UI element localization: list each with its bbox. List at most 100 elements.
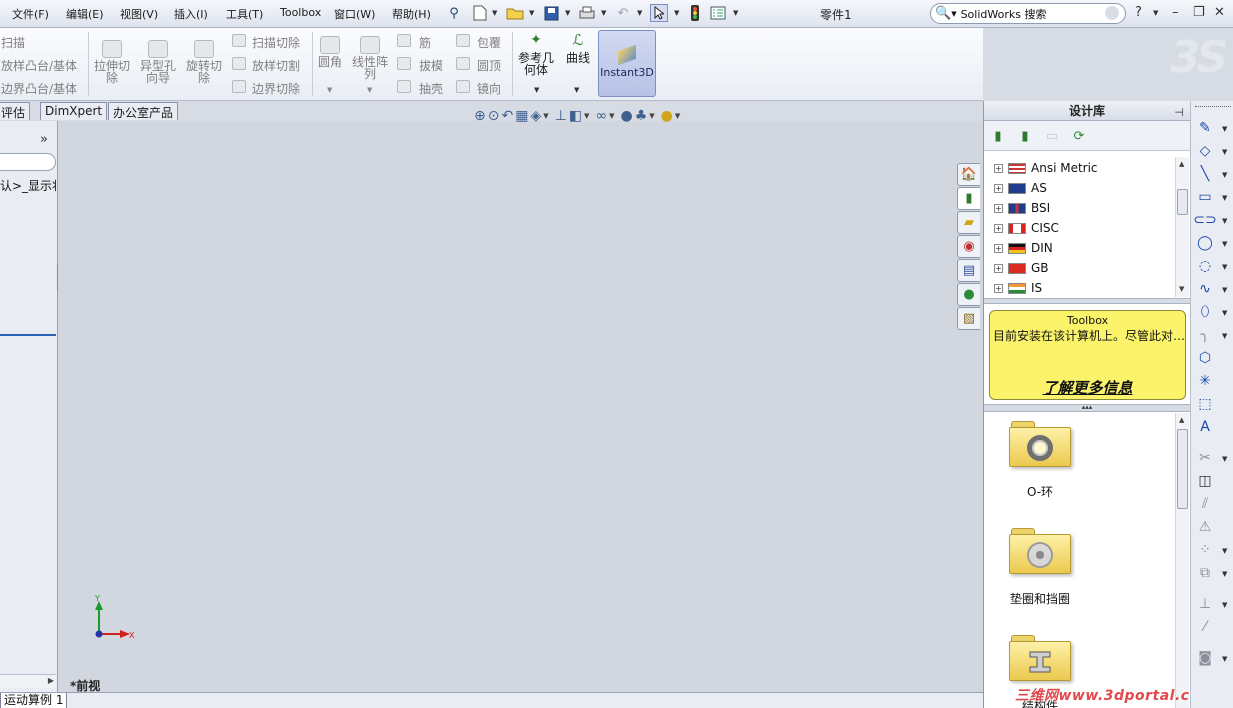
line-icon[interactable]: ╲ bbox=[1196, 165, 1214, 183]
chevron-down-icon[interactable]: ▼ bbox=[1222, 217, 1227, 225]
gallery-item-washers[interactable]: 垫圈和挡圈 bbox=[998, 528, 1082, 607]
chevron-down-icon[interactable]: ▼ bbox=[609, 112, 614, 120]
tab-office-products[interactable]: 办公室产品 bbox=[108, 102, 179, 120]
arc-icon[interactable]: ◌ bbox=[1196, 257, 1214, 275]
expand-icon[interactable]: + bbox=[994, 183, 1003, 193]
menu-toolbox[interactable]: Toolbox bbox=[280, 6, 321, 19]
expand-icon[interactable]: + bbox=[994, 203, 1003, 213]
expand-icon[interactable]: + bbox=[994, 263, 1003, 273]
fillet-button[interactable]: 圆角 bbox=[318, 36, 342, 68]
instant3d-button[interactable]: Instant3D bbox=[598, 30, 656, 97]
linear-pattern-button[interactable]: 线性阵 列 bbox=[352, 36, 388, 80]
chevron-down-icon[interactable]: ▼ bbox=[1222, 263, 1227, 271]
search-tab[interactable]: ◉ bbox=[957, 235, 980, 258]
pane-splitter[interactable] bbox=[984, 298, 1190, 304]
shell-button[interactable]: 抽壳 bbox=[419, 80, 443, 97]
mirror-sketch-icon[interactable]: ⚠ bbox=[1196, 518, 1214, 536]
add-to-library-icon[interactable]: ▮ bbox=[989, 128, 1007, 144]
tree-item-din[interactable]: + DIN bbox=[994, 239, 1053, 257]
chevron-down-icon[interactable]: ▼ bbox=[1153, 9, 1158, 17]
chevron-down-icon[interactable]: ▼ bbox=[951, 10, 956, 18]
tree-item[interactable]: 认>_显示状态 bbox=[0, 177, 56, 194]
edit-appearance-icon[interactable]: ● bbox=[621, 108, 633, 124]
rib-button[interactable]: 筋 bbox=[419, 34, 431, 51]
wrap-button[interactable]: 包覆 bbox=[477, 34, 501, 51]
extruded-cut-button[interactable]: 拉伸切 除 bbox=[94, 40, 130, 84]
convert-entities-icon[interactable]: ◫ bbox=[1196, 472, 1214, 490]
view-settings-icon[interactable]: ● bbox=[661, 108, 673, 124]
menu-window[interactable]: 窗口(W) bbox=[334, 6, 375, 22]
lofted-cut-button[interactable]: 放样切割 bbox=[252, 57, 300, 74]
refresh-icon[interactable]: ⟳ bbox=[1070, 128, 1088, 144]
smart-dimension-icon[interactable]: ◇ bbox=[1196, 142, 1214, 160]
menu-insert[interactable]: 插入(I) bbox=[174, 6, 208, 22]
draft-button[interactable]: 拔模 bbox=[419, 57, 443, 74]
ellipse-icon[interactable]: ⬯ bbox=[1196, 303, 1214, 321]
add-file-location-icon[interactable]: ▮ bbox=[1016, 128, 1034, 144]
chevron-down-icon[interactable]: ▼ bbox=[529, 9, 534, 17]
horizontal-scrollbar[interactable]: ▶ bbox=[0, 674, 56, 688]
chevron-down-icon[interactable]: ▼ bbox=[674, 9, 679, 17]
print-icon[interactable] bbox=[578, 4, 596, 22]
chevron-down-icon[interactable]: ▼ bbox=[574, 86, 579, 94]
pin-icon[interactable]: ⊣ bbox=[1174, 103, 1184, 123]
tree-item-as[interactable]: + AS bbox=[994, 179, 1047, 197]
point-icon[interactable]: ✳ bbox=[1196, 372, 1214, 390]
tree-scrollbar[interactable]: ▲ ▼ bbox=[1175, 157, 1189, 297]
learn-more-link[interactable]: 了解更多信息 bbox=[990, 377, 1185, 398]
chevron-down-icon[interactable]: ▼ bbox=[649, 112, 654, 120]
tree-item-is[interactable]: + IS bbox=[994, 279, 1042, 297]
chevron-down-icon[interactable]: ▼ bbox=[543, 112, 548, 120]
chevron-down-icon[interactable]: ▼ bbox=[565, 9, 570, 17]
design-library-tab[interactable]: ▮ bbox=[957, 187, 980, 210]
apply-scene-icon[interactable]: ♣ bbox=[635, 108, 648, 124]
section-view-icon[interactable]: ▦ bbox=[515, 108, 528, 124]
close-icon[interactable]: ✕ bbox=[1214, 5, 1225, 20]
chevron-down-icon[interactable]: ▼ bbox=[1222, 455, 1227, 463]
expand-icon[interactable]: + bbox=[994, 223, 1003, 233]
rectangle-icon[interactable]: ▭ bbox=[1196, 188, 1214, 206]
plane-icon[interactable]: ⬚ bbox=[1196, 395, 1214, 413]
expand-icon[interactable]: + bbox=[994, 283, 1003, 293]
previous-view-icon[interactable]: ↶ bbox=[501, 108, 513, 124]
minimize-icon[interactable]: – bbox=[1172, 5, 1179, 20]
toolbar-grip[interactable] bbox=[1195, 106, 1231, 109]
offset-icon[interactable]: ⫽ bbox=[1196, 495, 1214, 513]
reference-geometry-button[interactable]: ✦ 参考几 何体 bbox=[518, 33, 554, 76]
tab-evaluate[interactable]: 评估 bbox=[0, 102, 31, 120]
curves-button[interactable]: ℒ 曲线 bbox=[566, 33, 590, 65]
rebuild-icon[interactable] bbox=[686, 4, 704, 22]
menu-file[interactable]: 文件(F) bbox=[12, 6, 49, 22]
quick-snaps-icon[interactable]: ◙ bbox=[1196, 649, 1214, 667]
boundary-boss-button[interactable]: 边界凸台/基体 bbox=[1, 80, 77, 97]
scroll-right-icon[interactable]: ▶ bbox=[48, 676, 54, 685]
sketch-icon[interactable]: ✎ bbox=[1196, 119, 1214, 137]
create-folder-icon[interactable]: ▭ bbox=[1043, 128, 1061, 144]
view-palette-tab[interactable]: ▤ bbox=[957, 259, 980, 282]
chevron-down-icon[interactable]: ▼ bbox=[675, 112, 680, 120]
expand-icon[interactable]: + bbox=[994, 163, 1003, 173]
search-clear-icon[interactable] bbox=[1105, 6, 1119, 20]
search-input[interactable]: 🔍 ▼ SolidWorks 搜索 bbox=[930, 3, 1126, 24]
chevron-down-icon[interactable]: ▼ bbox=[1222, 655, 1227, 663]
tab-dimxpert[interactable]: DimXpert bbox=[40, 102, 108, 120]
chevron-down-icon[interactable]: ▼ bbox=[1222, 332, 1227, 340]
scroll-up-icon[interactable]: ▲ bbox=[1179, 416, 1184, 424]
pin-icon[interactable]: ⚲ bbox=[445, 4, 463, 22]
home-tab[interactable]: 🏠 bbox=[957, 163, 980, 186]
menu-help[interactable]: 帮助(H) bbox=[392, 6, 431, 22]
move-entities-icon[interactable]: ⧉ bbox=[1196, 564, 1214, 582]
chevron-down-icon[interactable]: ▼ bbox=[601, 9, 606, 17]
hide-show-items-icon[interactable]: ∞ bbox=[595, 108, 607, 124]
graphics-area[interactable] bbox=[58, 121, 983, 692]
revolved-cut-button[interactable]: 旋转切 除 bbox=[186, 40, 222, 84]
display-style-icon[interactable]: ◧ bbox=[569, 108, 582, 124]
relations-icon[interactable]: ⊥ bbox=[1196, 595, 1214, 613]
tree-item-gb[interactable]: + GB bbox=[994, 259, 1049, 277]
new-document-icon[interactable] bbox=[471, 4, 489, 22]
scroll-up-icon[interactable]: ▲ bbox=[1179, 160, 1184, 168]
menu-tools[interactable]: 工具(T) bbox=[226, 6, 263, 22]
undo-icon[interactable]: ↶ bbox=[614, 4, 632, 22]
appearances-tab[interactable]: ● bbox=[957, 283, 980, 306]
zoom-to-fit-icon[interactable]: ⊕ bbox=[474, 108, 486, 124]
